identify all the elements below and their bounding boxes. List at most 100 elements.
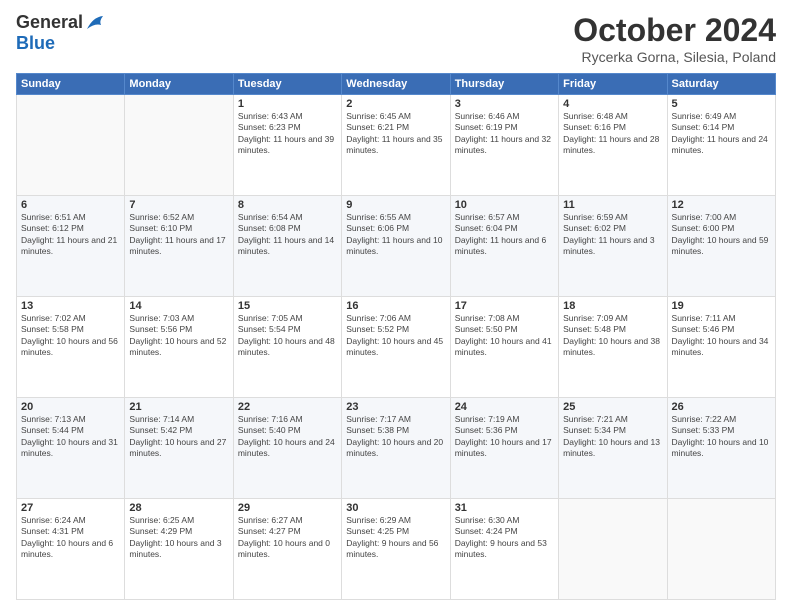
day-number: 6: [21, 199, 120, 211]
day-detail: Sunrise: 7:13 AMSunset: 5:44 PMDaylight:…: [21, 414, 120, 460]
weekday-header-saturday: Saturday: [667, 74, 775, 95]
calendar-cell: 16Sunrise: 7:06 AMSunset: 5:52 PMDayligh…: [342, 297, 450, 398]
day-detail: Sunrise: 6:55 AMSunset: 6:06 PMDaylight:…: [346, 212, 445, 258]
calendar-cell: 14Sunrise: 7:03 AMSunset: 5:56 PMDayligh…: [125, 297, 233, 398]
calendar-cell: 19Sunrise: 7:11 AMSunset: 5:46 PMDayligh…: [667, 297, 775, 398]
day-number: 13: [21, 300, 120, 312]
day-detail: Sunrise: 6:30 AMSunset: 4:24 PMDaylight:…: [455, 515, 554, 561]
day-detail: Sunrise: 7:02 AMSunset: 5:58 PMDaylight:…: [21, 313, 120, 359]
logo-general-text: General: [16, 12, 83, 33]
day-number: 23: [346, 401, 445, 413]
day-number: 14: [129, 300, 228, 312]
location: Rycerka Gorna, Silesia, Poland: [573, 49, 776, 65]
day-number: 15: [238, 300, 337, 312]
calendar-table: SundayMondayTuesdayWednesdayThursdayFrid…: [16, 73, 776, 600]
calendar-cell: 13Sunrise: 7:02 AMSunset: 5:58 PMDayligh…: [17, 297, 125, 398]
calendar-cell: 3Sunrise: 6:46 AMSunset: 6:19 PMDaylight…: [450, 95, 558, 196]
calendar-cell: [559, 499, 667, 600]
calendar-cell: [125, 95, 233, 196]
day-detail: Sunrise: 7:08 AMSunset: 5:50 PMDaylight:…: [455, 313, 554, 359]
day-number: 10: [455, 199, 554, 211]
calendar-cell: 2Sunrise: 6:45 AMSunset: 6:21 PMDaylight…: [342, 95, 450, 196]
day-detail: Sunrise: 7:22 AMSunset: 5:33 PMDaylight:…: [672, 414, 771, 460]
header: General Blue October 2024 Rycerka Gorna,…: [16, 12, 776, 65]
calendar-cell: 18Sunrise: 7:09 AMSunset: 5:48 PMDayligh…: [559, 297, 667, 398]
day-detail: Sunrise: 6:59 AMSunset: 6:02 PMDaylight:…: [563, 212, 662, 258]
day-detail: Sunrise: 7:06 AMSunset: 5:52 PMDaylight:…: [346, 313, 445, 359]
weekday-header-monday: Monday: [125, 74, 233, 95]
day-detail: Sunrise: 7:21 AMSunset: 5:34 PMDaylight:…: [563, 414, 662, 460]
calendar-cell: 7Sunrise: 6:52 AMSunset: 6:10 PMDaylight…: [125, 196, 233, 297]
page: General Blue October 2024 Rycerka Gorna,…: [0, 0, 792, 612]
day-detail: Sunrise: 6:54 AMSunset: 6:08 PMDaylight:…: [238, 212, 337, 258]
day-number: 2: [346, 98, 445, 110]
calendar-cell: 5Sunrise: 6:49 AMSunset: 6:14 PMDaylight…: [667, 95, 775, 196]
calendar-cell: 28Sunrise: 6:25 AMSunset: 4:29 PMDayligh…: [125, 499, 233, 600]
day-detail: Sunrise: 7:00 AMSunset: 6:00 PMDaylight:…: [672, 212, 771, 258]
day-number: 25: [563, 401, 662, 413]
day-number: 29: [238, 502, 337, 514]
day-number: 1: [238, 98, 337, 110]
calendar-cell: 9Sunrise: 6:55 AMSunset: 6:06 PMDaylight…: [342, 196, 450, 297]
day-detail: Sunrise: 7:11 AMSunset: 5:46 PMDaylight:…: [672, 313, 771, 359]
calendar-cell: 31Sunrise: 6:30 AMSunset: 4:24 PMDayligh…: [450, 499, 558, 600]
calendar-cell: 30Sunrise: 6:29 AMSunset: 4:25 PMDayligh…: [342, 499, 450, 600]
calendar-cell: 10Sunrise: 6:57 AMSunset: 6:04 PMDayligh…: [450, 196, 558, 297]
calendar-cell: 22Sunrise: 7:16 AMSunset: 5:40 PMDayligh…: [233, 398, 341, 499]
calendar-week-4: 27Sunrise: 6:24 AMSunset: 4:31 PMDayligh…: [17, 499, 776, 600]
calendar-cell: 12Sunrise: 7:00 AMSunset: 6:00 PMDayligh…: [667, 196, 775, 297]
weekday-header-tuesday: Tuesday: [233, 74, 341, 95]
day-number: 28: [129, 502, 228, 514]
calendar-cell: 15Sunrise: 7:05 AMSunset: 5:54 PMDayligh…: [233, 297, 341, 398]
day-number: 4: [563, 98, 662, 110]
weekday-header-sunday: Sunday: [17, 74, 125, 95]
calendar-cell: 26Sunrise: 7:22 AMSunset: 5:33 PMDayligh…: [667, 398, 775, 499]
weekday-header-thursday: Thursday: [450, 74, 558, 95]
calendar-cell: 24Sunrise: 7:19 AMSunset: 5:36 PMDayligh…: [450, 398, 558, 499]
calendar-cell: 25Sunrise: 7:21 AMSunset: 5:34 PMDayligh…: [559, 398, 667, 499]
day-detail: Sunrise: 6:51 AMSunset: 6:12 PMDaylight:…: [21, 212, 120, 258]
calendar-cell: [667, 499, 775, 600]
day-detail: Sunrise: 7:09 AMSunset: 5:48 PMDaylight:…: [563, 313, 662, 359]
logo-blue-text: Blue: [16, 33, 55, 54]
title-block: October 2024 Rycerka Gorna, Silesia, Pol…: [573, 12, 776, 65]
day-detail: Sunrise: 6:46 AMSunset: 6:19 PMDaylight:…: [455, 111, 554, 157]
calendar-cell: 1Sunrise: 6:43 AMSunset: 6:23 PMDaylight…: [233, 95, 341, 196]
day-number: 17: [455, 300, 554, 312]
day-number: 8: [238, 199, 337, 211]
calendar-week-3: 20Sunrise: 7:13 AMSunset: 5:44 PMDayligh…: [17, 398, 776, 499]
day-number: 30: [346, 502, 445, 514]
day-detail: Sunrise: 6:48 AMSunset: 6:16 PMDaylight:…: [563, 111, 662, 157]
day-detail: Sunrise: 6:29 AMSunset: 4:25 PMDaylight:…: [346, 515, 445, 561]
day-number: 7: [129, 199, 228, 211]
calendar-cell: 11Sunrise: 6:59 AMSunset: 6:02 PMDayligh…: [559, 196, 667, 297]
day-detail: Sunrise: 6:52 AMSunset: 6:10 PMDaylight:…: [129, 212, 228, 258]
day-detail: Sunrise: 7:19 AMSunset: 5:36 PMDaylight:…: [455, 414, 554, 460]
day-number: 26: [672, 401, 771, 413]
calendar-cell: 17Sunrise: 7:08 AMSunset: 5:50 PMDayligh…: [450, 297, 558, 398]
calendar-cell: 20Sunrise: 7:13 AMSunset: 5:44 PMDayligh…: [17, 398, 125, 499]
day-number: 31: [455, 502, 554, 514]
day-number: 3: [455, 98, 554, 110]
calendar-week-2: 13Sunrise: 7:02 AMSunset: 5:58 PMDayligh…: [17, 297, 776, 398]
day-number: 16: [346, 300, 445, 312]
calendar-cell: 29Sunrise: 6:27 AMSunset: 4:27 PMDayligh…: [233, 499, 341, 600]
calendar-cell: 21Sunrise: 7:14 AMSunset: 5:42 PMDayligh…: [125, 398, 233, 499]
logo-bird-icon: [85, 15, 107, 31]
weekday-header-wednesday: Wednesday: [342, 74, 450, 95]
month-title: October 2024: [573, 12, 776, 49]
calendar-cell: [17, 95, 125, 196]
calendar-cell: 8Sunrise: 6:54 AMSunset: 6:08 PMDaylight…: [233, 196, 341, 297]
day-detail: Sunrise: 6:49 AMSunset: 6:14 PMDaylight:…: [672, 111, 771, 157]
day-number: 22: [238, 401, 337, 413]
calendar-cell: 4Sunrise: 6:48 AMSunset: 6:16 PMDaylight…: [559, 95, 667, 196]
day-number: 12: [672, 199, 771, 211]
day-number: 24: [455, 401, 554, 413]
day-detail: Sunrise: 7:16 AMSunset: 5:40 PMDaylight:…: [238, 414, 337, 460]
day-detail: Sunrise: 6:24 AMSunset: 4:31 PMDaylight:…: [21, 515, 120, 561]
day-detail: Sunrise: 6:25 AMSunset: 4:29 PMDaylight:…: [129, 515, 228, 561]
calendar-cell: 27Sunrise: 6:24 AMSunset: 4:31 PMDayligh…: [17, 499, 125, 600]
day-detail: Sunrise: 7:14 AMSunset: 5:42 PMDaylight:…: [129, 414, 228, 460]
day-number: 18: [563, 300, 662, 312]
day-number: 20: [21, 401, 120, 413]
